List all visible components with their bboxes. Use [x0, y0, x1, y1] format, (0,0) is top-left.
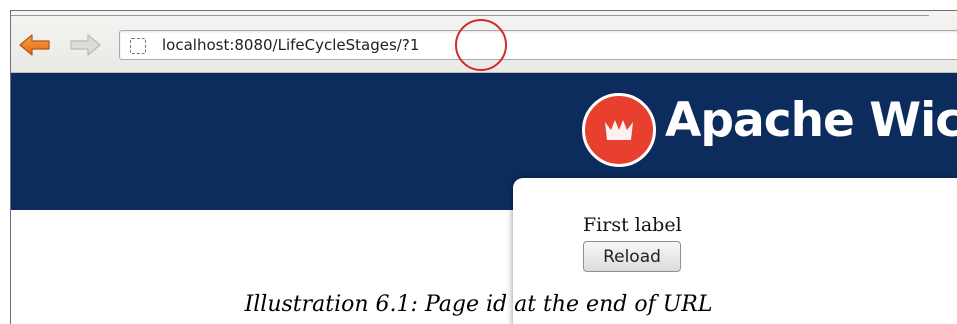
annotation-circle [455, 19, 507, 71]
url-text[interactable]: localhost:8080/LifeCycleStages/?1 [162, 36, 419, 54]
browser-screenshot: localhost:8080/LifeCycleStages/?1 Apache… [10, 10, 957, 324]
toolbar-divider [11, 15, 929, 16]
figure-caption: Illustration 6.1: Page id at the end of … [244, 292, 713, 317]
first-label: First label [583, 214, 682, 236]
address-bar[interactable]: localhost:8080/LifeCycleStages/?1 [119, 30, 957, 60]
back-arrow-icon [19, 34, 50, 56]
wicket-logo-icon [605, 120, 633, 140]
forward-button[interactable] [67, 32, 103, 58]
browser-toolbar: localhost:8080/LifeCycleStages/?1 [11, 11, 957, 73]
back-button[interactable] [17, 32, 53, 58]
forward-arrow-icon [70, 34, 101, 56]
reload-button[interactable]: Reload [583, 241, 681, 272]
page-icon [130, 38, 146, 54]
wicket-logo [582, 93, 656, 167]
brand-title: Apache Wicket [665, 93, 957, 148]
